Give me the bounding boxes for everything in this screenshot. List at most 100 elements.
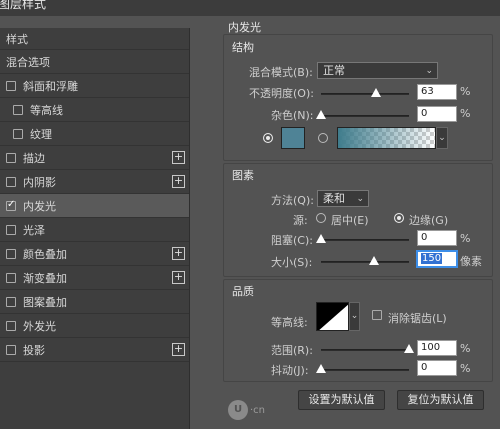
contour-label: 等高线:	[271, 316, 308, 329]
opacity-unit: %	[460, 85, 471, 98]
sidebar-item-inner-shadow[interactable]: 内阴影 +	[0, 170, 189, 194]
source-center-label[interactable]: 居中(E)	[331, 212, 369, 228]
sidebar-item-label: 内阴影	[23, 175, 56, 189]
blend-mode-label: 混合模式(B):	[249, 66, 313, 79]
contour-checkbox[interactable]	[13, 104, 23, 115]
panel-title: 内发光	[228, 21, 261, 34]
bevel-emboss-checkbox[interactable]	[6, 80, 16, 91]
size-slider-thumb[interactable]	[368, 256, 379, 265]
sidebar-item-label: 颜色叠加	[23, 247, 67, 261]
size-label: 大小(S):	[271, 256, 313, 269]
gradient-swatch[interactable]	[337, 127, 436, 149]
jitter-slider-track[interactable]	[321, 369, 409, 371]
gradient-dropdown-chevron-icon[interactable]: ⌄	[436, 127, 448, 149]
size-slider-track[interactable]	[321, 261, 409, 263]
glow-color-swatch[interactable]	[281, 127, 305, 149]
add-drop-shadow-icon[interactable]: +	[172, 343, 185, 356]
contour-dropdown-chevron-icon[interactable]: ⌄	[349, 302, 360, 331]
opacity-slider-track[interactable]	[321, 93, 409, 95]
set-default-button[interactable]: 设置为默认值	[298, 390, 385, 410]
structure-title: 结构	[232, 41, 254, 54]
technique-label: 方法(Q):	[271, 194, 314, 207]
sidebar-item-color-overlay[interactable]: 颜色叠加 +	[0, 242, 189, 266]
blend-mode-value: 正常	[323, 64, 345, 77]
antialias-checkbox[interactable]	[372, 310, 382, 320]
choke-slider-track[interactable]	[321, 239, 409, 241]
inner-glow-checkbox[interactable]	[6, 199, 16, 211]
range-label: 范围(R):	[271, 344, 313, 357]
color-overlay-checkbox[interactable]	[6, 248, 16, 259]
blend-mode-select[interactable]: 正常 ⌄	[317, 62, 438, 79]
sidebar-item-bevel-emboss[interactable]: 斜面和浮雕	[0, 74, 189, 98]
technique-value: 柔和	[323, 192, 345, 205]
opacity-input[interactable]: 63	[417, 84, 457, 100]
size-input[interactable]: 150	[417, 251, 457, 267]
noise-unit: %	[460, 107, 471, 120]
add-gradient-overlay-icon[interactable]: +	[172, 271, 185, 284]
chevron-down-icon: ⌄	[425, 66, 433, 76]
reset-default-button[interactable]: 复位为默认值	[397, 390, 484, 410]
gradient-radio[interactable]	[318, 133, 328, 143]
texture-checkbox[interactable]	[13, 128, 23, 139]
jitter-slider-thumb[interactable]	[316, 364, 326, 373]
jitter-label: 抖动(J):	[271, 364, 309, 377]
jitter-input[interactable]: 0	[417, 360, 457, 376]
gradient-overlay-checkbox[interactable]	[6, 272, 16, 283]
sidebar-item-label: 纹理	[30, 127, 52, 141]
sidebar-item-label: 图案叠加	[23, 295, 67, 309]
quality-title: 品质	[232, 285, 254, 298]
noise-input[interactable]: 0	[417, 106, 457, 122]
satin-checkbox[interactable]	[6, 224, 16, 235]
opacity-slider-thumb[interactable]	[371, 88, 382, 97]
choke-slider-thumb[interactable]	[316, 234, 326, 243]
size-input-value: 150	[421, 253, 443, 264]
source-label: 源:	[293, 214, 308, 227]
noise-slider-thumb[interactable]	[316, 110, 326, 119]
noise-slider-track[interactable]	[321, 115, 409, 117]
stroke-checkbox[interactable]	[6, 152, 16, 163]
outer-glow-checkbox[interactable]	[6, 320, 16, 331]
add-inner-shadow-icon[interactable]: +	[172, 175, 185, 188]
pattern-overlay-checkbox[interactable]	[6, 296, 16, 307]
sidebar-item-label: 斜面和浮雕	[23, 79, 78, 93]
sidebar-item-satin[interactable]: 光泽	[0, 218, 189, 242]
elements-title: 图素	[232, 169, 254, 182]
range-slider-thumb[interactable]	[404, 344, 414, 353]
contour-preview[interactable]	[316, 302, 349, 331]
uicn-logo-icon: U	[228, 400, 248, 420]
add-color-overlay-icon[interactable]: +	[172, 247, 185, 260]
drop-shadow-checkbox[interactable]	[6, 344, 16, 355]
contour-curve-icon	[317, 303, 348, 330]
source-edge-radio[interactable]	[394, 213, 404, 223]
range-slider-track[interactable]	[321, 349, 409, 351]
sidebar-item-stroke[interactable]: 描边 +	[0, 146, 189, 170]
sidebar-item-label: 投影	[23, 343, 45, 357]
choke-unit: %	[460, 232, 471, 245]
sidebar-item-label: 混合选项	[6, 55, 50, 69]
antialias-label[interactable]: 消除锯齿(L)	[388, 310, 447, 326]
choke-label: 阻塞(C):	[271, 234, 313, 247]
title-bar: 图层样式	[0, 0, 500, 16]
sidebar-item-blending-options[interactable]: 混合选项	[0, 50, 189, 74]
choke-input[interactable]: 0	[417, 230, 457, 246]
sidebar-item-drop-shadow[interactable]: 投影 +	[0, 338, 189, 362]
inner-shadow-checkbox[interactable]	[6, 176, 16, 187]
source-center-radio[interactable]	[316, 213, 326, 223]
range-input[interactable]: 100	[417, 340, 457, 356]
sidebar-item-gradient-overlay[interactable]: 渐变叠加 +	[0, 266, 189, 290]
source-edge-label[interactable]: 边缘(G)	[409, 212, 448, 228]
opacity-label: 不透明度(O):	[249, 87, 314, 100]
sidebar-header-label: 样式	[6, 32, 28, 46]
styles-sidebar: 样式 混合选项 斜面和浮雕 等高线 纹理 描边 + 内阴影 + 内发光 光泽 颜…	[0, 28, 190, 429]
sidebar-item-contour[interactable]: 等高线	[0, 98, 189, 122]
technique-select[interactable]: 柔和 ⌄	[317, 190, 369, 207]
sidebar-item-pattern-overlay[interactable]: 图案叠加	[0, 290, 189, 314]
sidebar-item-label: 等高线	[30, 103, 63, 117]
sidebar-item-inner-glow[interactable]: 内发光	[0, 194, 189, 218]
add-stroke-icon[interactable]: +	[172, 151, 185, 164]
sidebar-item-label: 外发光	[23, 319, 56, 333]
sidebar-item-texture[interactable]: 纹理	[0, 122, 189, 146]
sidebar-header: 样式	[0, 28, 189, 50]
color-radio[interactable]	[263, 133, 273, 143]
sidebar-item-outer-glow[interactable]: 外发光	[0, 314, 189, 338]
